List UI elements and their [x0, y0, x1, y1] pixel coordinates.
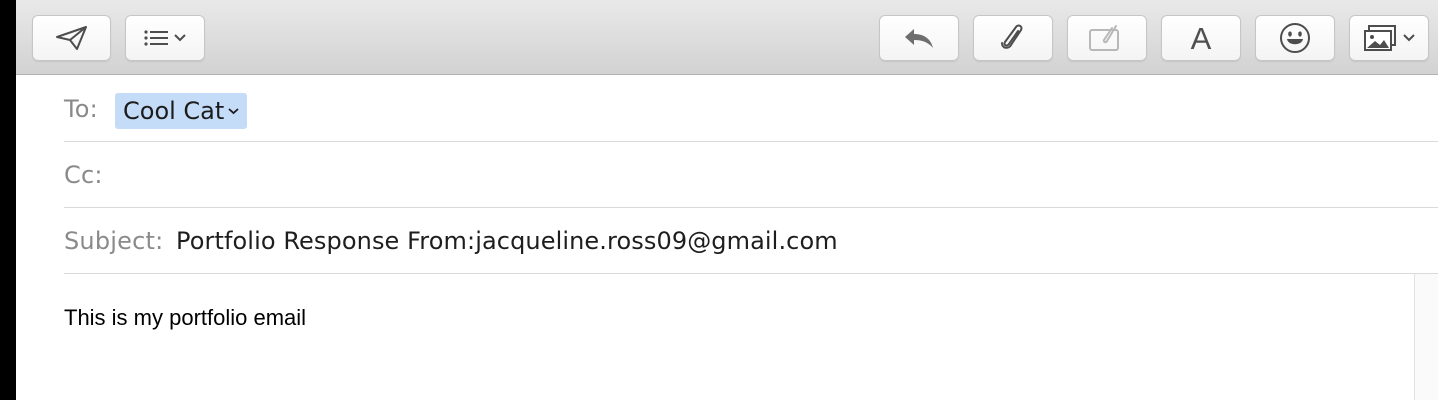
send-button[interactable] [32, 15, 111, 61]
subject-label: Subject: [64, 226, 164, 255]
font-icon: A [1190, 20, 1212, 56]
message-body-text: This is my portfolio email [64, 305, 307, 330]
cc-label: Cc: [64, 160, 103, 189]
chevron-down-icon [228, 107, 239, 115]
chevron-down-icon [1403, 34, 1415, 42]
chevron-down-icon [174, 34, 186, 42]
list-icon [144, 29, 168, 47]
emoji-icon [1279, 22, 1311, 54]
photo-browser-icon [1363, 24, 1397, 52]
emoji-button[interactable] [1255, 15, 1335, 61]
recipient-token[interactable]: Cool Cat [115, 93, 248, 129]
attach-button[interactable] [973, 15, 1053, 61]
photo-browser-button[interactable] [1349, 15, 1429, 61]
reply-arrow-icon [902, 26, 936, 50]
subject-field: Subject: Portfolio Response From:jacquel… [64, 208, 1438, 274]
scrollbar[interactable] [1414, 274, 1438, 400]
cc-field[interactable]: Cc: [64, 142, 1438, 208]
markup-icon [1088, 24, 1126, 52]
to-label: To: [64, 94, 98, 123]
paperclip-icon [999, 22, 1027, 54]
reply-button[interactable] [879, 15, 959, 61]
fonts-button[interactable]: A [1161, 15, 1241, 61]
paper-plane-icon [55, 25, 89, 51]
compose-window: A To: Cool Cat Cc: Subject: Portfolio Re… [16, 0, 1438, 400]
format-list-button[interactable] [125, 15, 205, 61]
compose-toolbar: A [16, 0, 1438, 75]
message-body[interactable]: This is my portfolio email [64, 274, 1414, 400]
markup-button[interactable] [1067, 15, 1147, 61]
subject-input[interactable]: Portfolio Response From:jacqueline.ross0… [176, 227, 838, 255]
to-field: To: Cool Cat [64, 76, 1438, 142]
recipient-name: Cool Cat [123, 97, 225, 125]
